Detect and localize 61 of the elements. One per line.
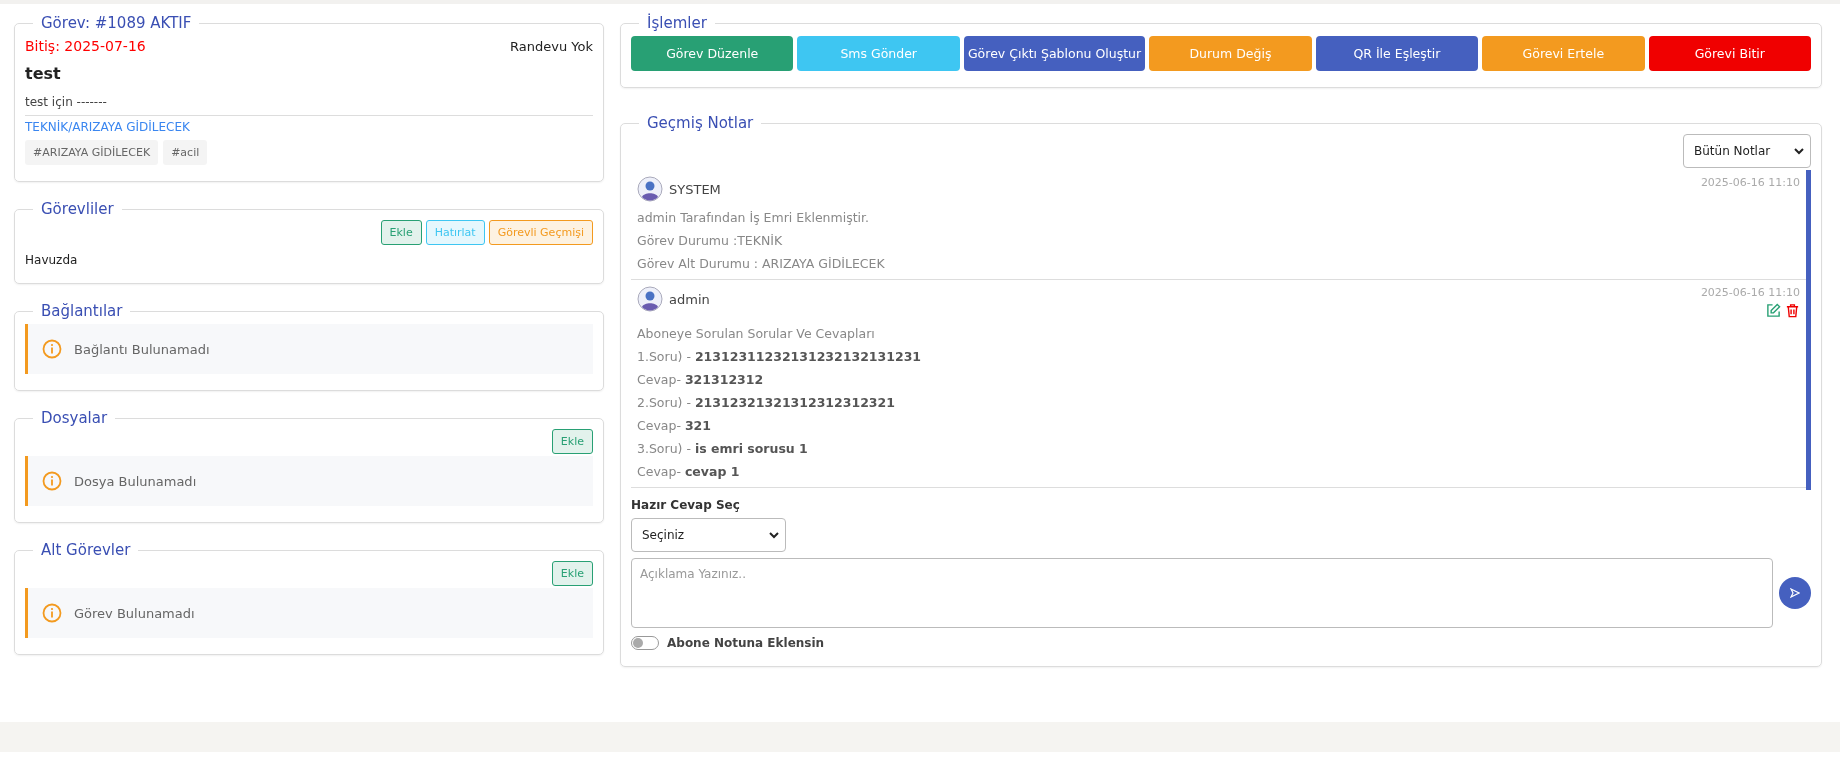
card-title: Alt Görevler (40, 541, 132, 559)
toggle-switch[interactable] (631, 636, 659, 650)
alert-text: Bağlantı Bulunamadı (74, 341, 210, 357)
action-button[interactable]: Görev Düzenle (631, 36, 794, 71)
note-author: admin (669, 291, 710, 307)
card-title: Görevliler (40, 200, 115, 218)
card-title: Dosyalar (40, 409, 109, 427)
notes-filter[interactable]: Bütün Notlar (1683, 134, 1811, 168)
action-button[interactable]: Durum Değiş (1149, 36, 1312, 71)
task-name: test (25, 64, 62, 83)
note-line: Görev Durumu :TEKNİK (637, 233, 784, 248)
small-button[interactable]: Hatırlat (425, 220, 485, 245)
card-title: Geçmiş Notlar (646, 114, 755, 132)
add-button[interactable]: Ekle (551, 561, 593, 586)
send-button[interactable] (1779, 577, 1811, 609)
task-description: test için ------- (25, 95, 108, 109)
due-date: Bitiş: 2025-07-16 (25, 38, 146, 54)
edit-icon[interactable] (1766, 303, 1781, 318)
info-icon (42, 471, 62, 491)
small-button[interactable]: Görevli Geçmişi (488, 220, 593, 245)
action-button[interactable]: Görevi Bitir (1648, 36, 1812, 71)
note-line: Cevap- 321312312 (637, 372, 765, 387)
alert-text: Dosya Bulunamadı (74, 473, 197, 489)
assignee-status: Havuzda (25, 253, 79, 267)
delete-icon[interactable] (1785, 303, 1800, 318)
note-line: 3.Soru) - is emri sorusu 1 (637, 441, 809, 456)
avatar-icon (637, 176, 663, 202)
card-title: Görev: #1089 AKTIF (40, 14, 193, 32)
action-button[interactable]: Görevi Ertele (1482, 36, 1645, 71)
alert-text: Görev Bulunamadı (74, 605, 195, 621)
note-date: 2025-06-16 11:10 (1700, 176, 1800, 189)
ready-answer-select[interactable]: Seçiniz (631, 518, 786, 552)
note-line: 2.Soru) - 21312321321312312312321 (637, 395, 896, 410)
note-line: 1.Soru) - 21312311232131232132131231 (637, 349, 923, 364)
action-button[interactable]: Sms Gönder (797, 36, 960, 71)
action-button[interactable]: Görev Çıktı Şablonu Oluştur (963, 36, 1146, 71)
status-path: TEKNİK/ARIZAYA GİDİLECEK (25, 120, 191, 134)
note-line: admin Tarafından İş Emri Eklenmiştir. (637, 210, 870, 225)
toggle-label: Abone Notuna Eklensin (667, 636, 825, 650)
appointment-status: Randevu Yok (510, 38, 593, 54)
note-line: Cevap- cevap 1 (637, 464, 741, 479)
note-date: 2025-06-16 11:10 (1700, 286, 1800, 299)
avatar-icon (637, 286, 663, 312)
note-author: SYSTEM (669, 181, 721, 197)
card-title: İşlemler (646, 14, 708, 32)
add-button[interactable]: Ekle (551, 429, 593, 454)
send-icon (1790, 588, 1800, 598)
tag: #ARIZAYA GİDİLECEK (25, 140, 159, 165)
note-line: Aboneye Sorulan Sorular Ve Cevapları (637, 326, 876, 341)
tag: #acil (163, 140, 208, 165)
action-button[interactable]: QR İle Eşleştir (1315, 36, 1479, 71)
info-icon (42, 339, 62, 359)
field-label: Hazır Cevap Seç (631, 498, 741, 512)
info-icon (42, 603, 62, 623)
chevron-down-icon (769, 531, 779, 539)
comment-field[interactable]: Açıklama Yazınız.. (631, 558, 1773, 628)
note-line: Görev Alt Durumu : ARIZAYA GİDİLECEK (637, 256, 886, 271)
chevron-down-icon (1794, 147, 1804, 155)
card-title: Bağlantılar (40, 302, 124, 320)
note-line: Cevap- 321 (637, 418, 712, 433)
small-button[interactable]: Ekle (380, 220, 422, 245)
